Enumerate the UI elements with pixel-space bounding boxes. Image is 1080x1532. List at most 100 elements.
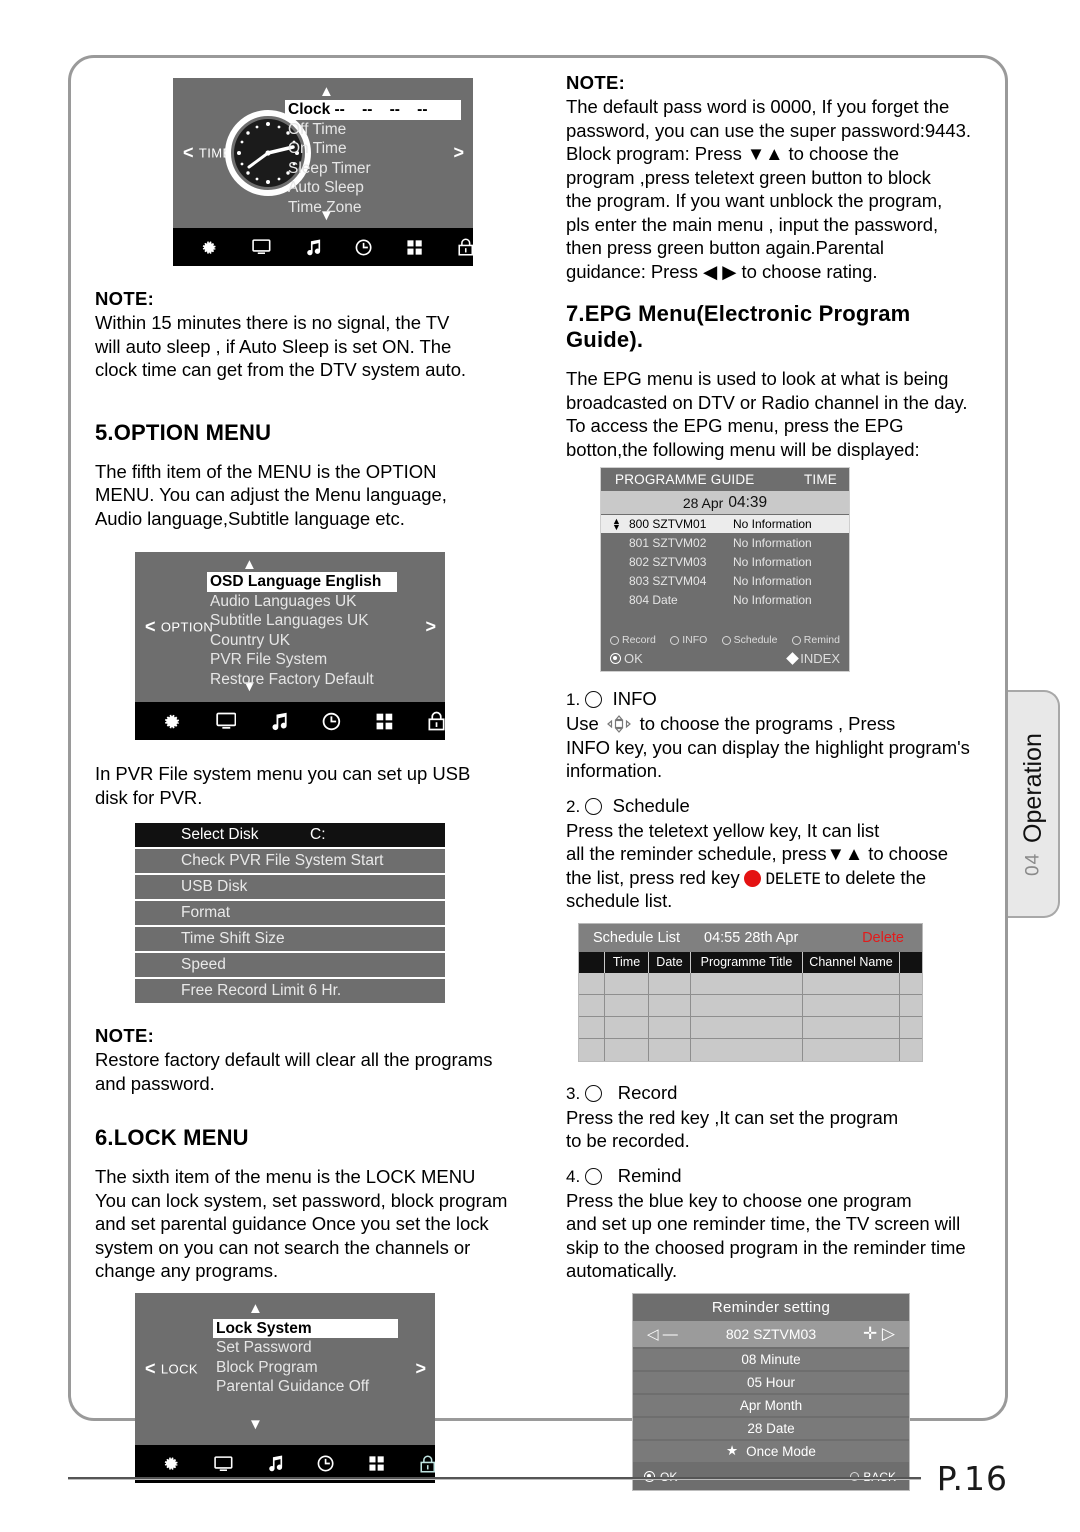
- gear-icon[interactable]: [201, 237, 218, 258]
- osd-menu-item[interactable]: Set Password: [213, 1338, 398, 1358]
- osd-menu-item[interactable]: Lock System: [213, 1318, 398, 1338]
- option-osd-label: OPTION: [160, 619, 214, 635]
- osd-menu-item[interactable]: Parental Guidance Off: [213, 1377, 398, 1397]
- pvr-row[interactable]: Speed: [135, 953, 445, 977]
- epg-index-label: INDEX: [800, 651, 840, 666]
- chapter-number: 04: [1022, 852, 1043, 876]
- schedule-list-cell: [900, 973, 922, 995]
- scroll-up-arrow-icon[interactable]: ▲: [319, 84, 334, 99]
- schedule-list-row[interactable]: [579, 972, 922, 995]
- schedule-list-row[interactable]: [579, 1038, 922, 1061]
- chevron-right-icon: >: [425, 616, 436, 637]
- delete-key-label: DELETE: [765, 868, 821, 888]
- osd-menu-item[interactable]: Auto Sleep: [285, 178, 461, 198]
- epg-button-remind[interactable]: Remind: [791, 634, 840, 646]
- epg-program-row[interactable]: 801 SZTVM02 No Information: [601, 534, 849, 552]
- osd-menu-item[interactable]: Clock -- -- -- --: [285, 100, 461, 120]
- epg-button-info[interactable]: INFO: [670, 634, 707, 646]
- schedule-list-cell: [691, 994, 803, 1017]
- gear-icon[interactable]: [163, 711, 182, 732]
- pvr-row[interactable]: Free Record Limit 6 Hr.: [135, 979, 445, 1003]
- scroll-down-arrow-icon[interactable]: ▼: [248, 1417, 263, 1432]
- note-block-3: NOTE: The default pass word is 0000, If …: [566, 72, 1006, 283]
- step-number: 2.: [566, 796, 581, 816]
- time-icon[interactable]: [355, 237, 372, 258]
- epg-index-button[interactable]: INDEX: [786, 651, 840, 666]
- pvr-row[interactable]: USB Disk: [135, 875, 445, 899]
- time-icon[interactable]: [322, 711, 341, 732]
- reminder-field-row[interactable]: 05 Hour: [633, 1371, 909, 1393]
- epg-button-label: INFO: [682, 634, 708, 646]
- schedule-list-header: Schedule List 04:55 28th Apr Delete: [579, 923, 922, 952]
- epg-clock: 04:39: [728, 493, 768, 511]
- schedule-list-cell: [803, 972, 900, 995]
- epg-header: PROGRAMME GUIDE TIME: [601, 468, 849, 491]
- osd-menu-item[interactable]: On Time: [285, 139, 461, 159]
- epg-program-row[interactable]: 803 SZTVM04 No Information: [601, 572, 849, 590]
- osd-menu-item[interactable]: Time Zone: [285, 198, 461, 218]
- pvr-row[interactable]: Time Shift Size: [135, 927, 445, 951]
- epg-info: No Information: [733, 593, 812, 607]
- reminder-field-row[interactable]: 08 Minute: [633, 1348, 909, 1370]
- schedule-list-cell: [649, 994, 691, 1017]
- osd-menu-item[interactable]: Restore Factory Default: [207, 670, 397, 690]
- osd-menu-item[interactable]: Off Time: [285, 120, 461, 140]
- note-heading: NOTE:: [95, 1025, 155, 1046]
- scroll-up-arrow-icon[interactable]: ▲: [248, 1301, 263, 1316]
- schedule-list-row[interactable]: [579, 994, 922, 1017]
- pvr-file-system-screenshot: Select Disk C: Check PVR File System Start…: [135, 823, 445, 1003]
- pvr-row-value: C:: [310, 826, 326, 843]
- reminder-field-row[interactable]: 28 Date: [633, 1417, 909, 1439]
- reminder-field-label: 08 Minute: [741, 1351, 801, 1367]
- osd-menu-item[interactable]: OSD Language English: [207, 572, 397, 592]
- osd-menu-item[interactable]: Subtitle Languages UK: [207, 611, 397, 631]
- reminder-channel: 802 SZTVM03: [725, 1325, 817, 1342]
- reminder-field-label: Apr Month: [739, 1397, 803, 1413]
- option-icon[interactable]: [406, 237, 423, 258]
- schedule-list-rows: [579, 972, 922, 1061]
- epg-program-row[interactable]: ▲ ▼ 800 SZTVM01 No Information: [601, 515, 849, 533]
- section-heading-option-menu: 5.OPTION MENU: [95, 419, 272, 445]
- pvr-row-label: Select Disk: [181, 826, 259, 843]
- pvr-row[interactable]: Check PVR File System Start: [135, 849, 445, 873]
- picture-icon[interactable]: [216, 711, 237, 731]
- decrement-control[interactable]: ◁ —: [647, 1325, 678, 1343]
- epg-info: No Information: [733, 574, 812, 588]
- reminder-field-row[interactable]: Apr Month: [633, 1394, 909, 1416]
- schedule-list-delete-label[interactable]: Delete: [862, 930, 904, 946]
- epg-ok-button[interactable]: OK: [610, 651, 643, 666]
- epg-button-record[interactable]: Record: [610, 634, 656, 646]
- lock-icon[interactable]: [457, 236, 474, 258]
- schedule-list-cell: [803, 1038, 900, 1061]
- osd-menu-item[interactable]: Sleep Timer: [285, 159, 461, 179]
- epg-program-row[interactable]: 804 Date No Information: [601, 591, 849, 609]
- scroll-up-arrow-icon[interactable]: ▲: [242, 557, 257, 572]
- sound-icon[interactable]: [305, 237, 321, 258]
- epg-button-schedule[interactable]: Schedule: [721, 634, 777, 646]
- section-body-option-menu: The fifth item of the MENU is the OPTION…: [95, 460, 447, 529]
- step-number: 4.: [566, 1166, 581, 1186]
- schedule-list-row[interactable]: [579, 1016, 922, 1039]
- epg-ok-label: OK: [624, 651, 643, 666]
- note-block-2: NOTE: Restore factory default will clear…: [95, 1025, 535, 1095]
- column-header: [900, 952, 922, 973]
- column-header: Date: [649, 951, 691, 973]
- lock-icon[interactable]: [428, 710, 445, 732]
- reminder-title: Reminder setting: [633, 1293, 909, 1321]
- increment-control[interactable]: ✛ ▷: [863, 1324, 895, 1344]
- pvr-row[interactable]: Format: [135, 901, 445, 925]
- sound-icon[interactable]: [270, 711, 288, 732]
- section-heading-lock-menu: 6.LOCK MENU: [95, 1125, 249, 1150]
- osd-menu-item[interactable]: Block Program: [213, 1358, 398, 1378]
- schedule-list-cell: [900, 1039, 922, 1061]
- schedule-list-cell: [605, 1038, 649, 1061]
- osd-menu-item[interactable]: Country UK: [207, 631, 397, 651]
- navigation-pad-icon: [607, 715, 632, 733]
- picture-icon[interactable]: [252, 237, 271, 257]
- option-icon[interactable]: [375, 711, 394, 732]
- epg-program-row[interactable]: 802 SZTVM03 No Information: [601, 553, 849, 571]
- osd-menu-item[interactable]: PVR File System: [207, 650, 397, 670]
- osd-icon-bar: [135, 702, 445, 740]
- pvr-row[interactable]: Select Disk C:: [135, 823, 445, 847]
- osd-menu-item[interactable]: Audio Languages UK: [207, 592, 397, 612]
